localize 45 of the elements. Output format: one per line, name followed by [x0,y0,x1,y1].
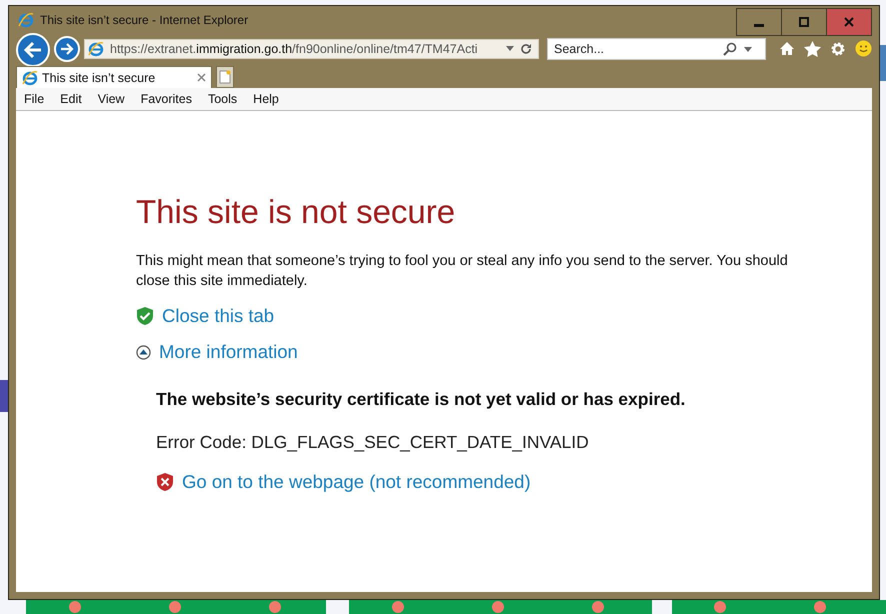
proceed-link[interactable]: Go on to the webpage (not recommended) [182,471,531,493]
menu-item[interactable]: Help [245,92,287,106]
dropdown-caret-icon[interactable] [506,46,514,51]
shield-check-icon [136,306,154,326]
dropdown-caret-icon[interactable] [744,46,752,52]
forward-button[interactable] [54,36,80,62]
new-tab-button[interactable] [216,66,234,88]
menu-item[interactable]: File [16,92,52,106]
star-icon[interactable] [804,40,821,56]
page-logo-icon [88,40,104,56]
expander-icon[interactable] [136,344,151,360]
action-link[interactable]: More information [159,341,298,363]
error-code: Error Code: DLG_FLAGS_SEC_CERT_DATE_INVALID [156,432,590,453]
menu-item[interactable]: Favorites [132,92,200,106]
shield-x-icon [156,472,174,492]
address-field[interactable]: https://extranet.immigration.go.th/fn90online/online/tm47/TM47Acti [84,38,539,58]
page-heading: This site is not secure [136,193,456,231]
action-link[interactable]: Close this tab [162,305,274,327]
settings-icon[interactable] [830,40,846,56]
minimize-icon [754,24,764,27]
arrow-right-icon [60,42,74,56]
minimize-button[interactable] [736,8,782,36]
search-field[interactable]: Search... [547,38,766,60]
browser-tab[interactable]: This site isn’t secure [16,66,212,88]
warning-message: This might mean that someone’s trying to fool you or steal any info you send to the server. You should close this site immediately. [136,252,789,291]
page-logo-icon [22,70,38,86]
home-icon[interactable] [779,41,795,56]
tab-title: This site isn’t secure [42,70,156,84]
menu-item[interactable]: Edit [52,92,90,106]
refresh-icon[interactable] [520,42,532,54]
url-text: https://extranet.immigration.go.th/fn90online/online/tm47/TM47Acti [110,42,479,56]
browser-logo-icon [18,12,34,28]
back-button[interactable] [16,32,50,66]
close-icon [844,17,854,27]
arrow-left-icon [23,40,43,58]
maximize-icon [799,17,809,27]
close-button[interactable] [826,8,872,36]
close-icon[interactable] [197,73,206,82]
window-title: This site isn’t secure - Internet Explorer [40,12,248,26]
error-reason: The website’s security certificate is not yet valid or has expired. [156,389,686,410]
menu-item[interactable]: View [90,92,133,106]
maximize-button[interactable] [781,8,827,36]
smiley-icon[interactable] [855,40,872,57]
search-icon[interactable] [723,42,737,56]
menu-item[interactable]: Tools [200,92,246,106]
